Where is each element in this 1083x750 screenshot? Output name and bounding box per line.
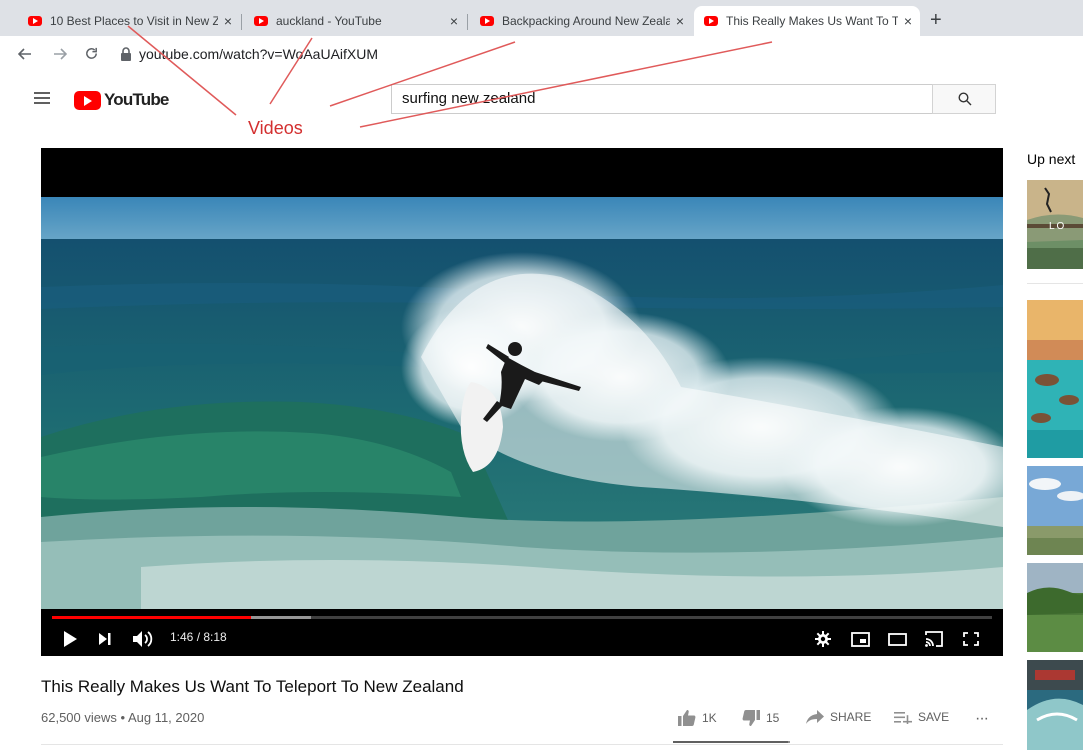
browser-tab[interactable]: auckland - YouTube × (244, 6, 466, 36)
thumbnail-image (1027, 300, 1083, 458)
url-field[interactable]: youtube.com/watch?v=WoAaUAifXUM (139, 46, 378, 62)
sentiment-like-fill (673, 741, 789, 743)
fullscreen-icon[interactable] (963, 632, 979, 646)
info-divider (41, 744, 1003, 745)
tab-title: Backpacking Around New Zealan (502, 14, 670, 28)
save-label: SAVE (918, 710, 950, 724)
youtube-logo[interactable]: YouTube (74, 90, 169, 110)
save-button[interactable]: SAVE (894, 710, 949, 724)
up-next-thumbnail[interactable] (1027, 466, 1083, 555)
browser-tab-bar: 10 Best Places to Visit in New Ze × auck… (0, 0, 1083, 36)
lock-icon[interactable] (120, 47, 132, 61)
like-button[interactable]: 1K (678, 710, 717, 726)
share-label: SHARE (830, 710, 872, 724)
video-frame[interactable] (41, 197, 1003, 609)
tab-close-icon[interactable]: × (904, 13, 912, 29)
progress-played (52, 616, 252, 619)
thumbnail-image: LO (1027, 180, 1083, 269)
theater-mode-icon[interactable] (888, 633, 907, 646)
video-player[interactable]: 1:46 / 8:18 (41, 148, 1003, 656)
up-next-thumbnail[interactable] (1027, 660, 1083, 750)
address-bar: youtube.com/watch?v=WoAaUAifXUM (0, 36, 1083, 73)
forward-arrow-icon[interactable] (53, 47, 67, 61)
up-next-label: Up next (1027, 151, 1076, 167)
tab-title: auckland - YouTube (276, 14, 382, 28)
search-icon (958, 92, 972, 106)
play-icon[interactable] (63, 631, 77, 647)
progress-bar[interactable] (52, 616, 992, 619)
up-next-thumbnail[interactable]: LO (1027, 180, 1083, 269)
dislike-button[interactable]: 15 (742, 710, 779, 726)
miniplayer-icon[interactable] (851, 632, 870, 647)
next-icon[interactable] (99, 633, 111, 645)
time-display: 1:46 / 8:18 (170, 630, 227, 644)
annotation-label: Videos (248, 118, 303, 138)
like-count: 1K (702, 711, 717, 725)
thumbnail-divider (1027, 283, 1083, 284)
browser-tab[interactable]: 10 Best Places to Visit in New Ze × (18, 6, 240, 36)
volume-icon[interactable] (133, 631, 155, 647)
tab-separator (241, 14, 242, 30)
youtube-favicon-icon (480, 16, 494, 26)
tab-separator (467, 14, 468, 30)
tab-title: 10 Best Places to Visit in New Ze (50, 14, 218, 28)
tab-close-icon[interactable]: × (450, 13, 458, 29)
thumbnail-image (1027, 563, 1083, 652)
player-controls: 1:46 / 8:18 (41, 622, 1003, 656)
browser-tab-active[interactable]: This Really Makes Us Want To Tel × (694, 6, 920, 36)
search-input[interactable]: surfing new zealand (391, 84, 932, 114)
more-actions-icon[interactable]: ··· (975, 710, 989, 728)
youtube-header: YouTube surfing new zealand (0, 72, 1083, 128)
sentiment-bar (673, 741, 790, 743)
reload-icon[interactable] (84, 46, 99, 61)
surfing-video-frame (41, 197, 1003, 609)
youtube-favicon-icon (704, 16, 718, 26)
back-arrow-icon[interactable] (18, 47, 32, 61)
new-tab-button[interactable]: + (930, 9, 942, 32)
tab-close-icon[interactable]: × (676, 13, 684, 29)
hamburger-menu-icon[interactable] (34, 92, 50, 104)
svg-text:LO: LO (1049, 221, 1066, 232)
thumbnail-image (1027, 660, 1083, 750)
browser-tab[interactable]: Backpacking Around New Zealan × (470, 6, 692, 36)
up-next-thumbnail[interactable] (1027, 563, 1083, 652)
thumbs-up-icon (678, 710, 696, 726)
tab-close-icon[interactable]: × (224, 13, 232, 29)
share-arrow-icon (806, 710, 824, 724)
youtube-favicon-icon (254, 16, 268, 26)
playlist-add-icon (894, 711, 912, 724)
share-button[interactable]: SHARE (806, 710, 871, 724)
youtube-favicon-icon (28, 16, 42, 26)
thumbs-down-icon (742, 710, 760, 726)
video-title: This Really Makes Us Want To Teleport To… (41, 677, 464, 696)
cast-icon[interactable] (925, 631, 943, 647)
up-next-thumbnail[interactable] (1027, 300, 1083, 458)
settings-gear-icon[interactable] (815, 631, 831, 647)
tab-title: This Really Makes Us Want To Tel (726, 14, 898, 28)
youtube-play-logo-icon (74, 90, 101, 110)
video-meta: 62,500 views • Aug 11, 2020 (41, 710, 205, 725)
search-button[interactable] (932, 84, 996, 114)
thumbnail-image (1027, 466, 1083, 555)
dislike-count: 15 (766, 711, 780, 725)
youtube-wordmark: YouTube (104, 90, 169, 109)
